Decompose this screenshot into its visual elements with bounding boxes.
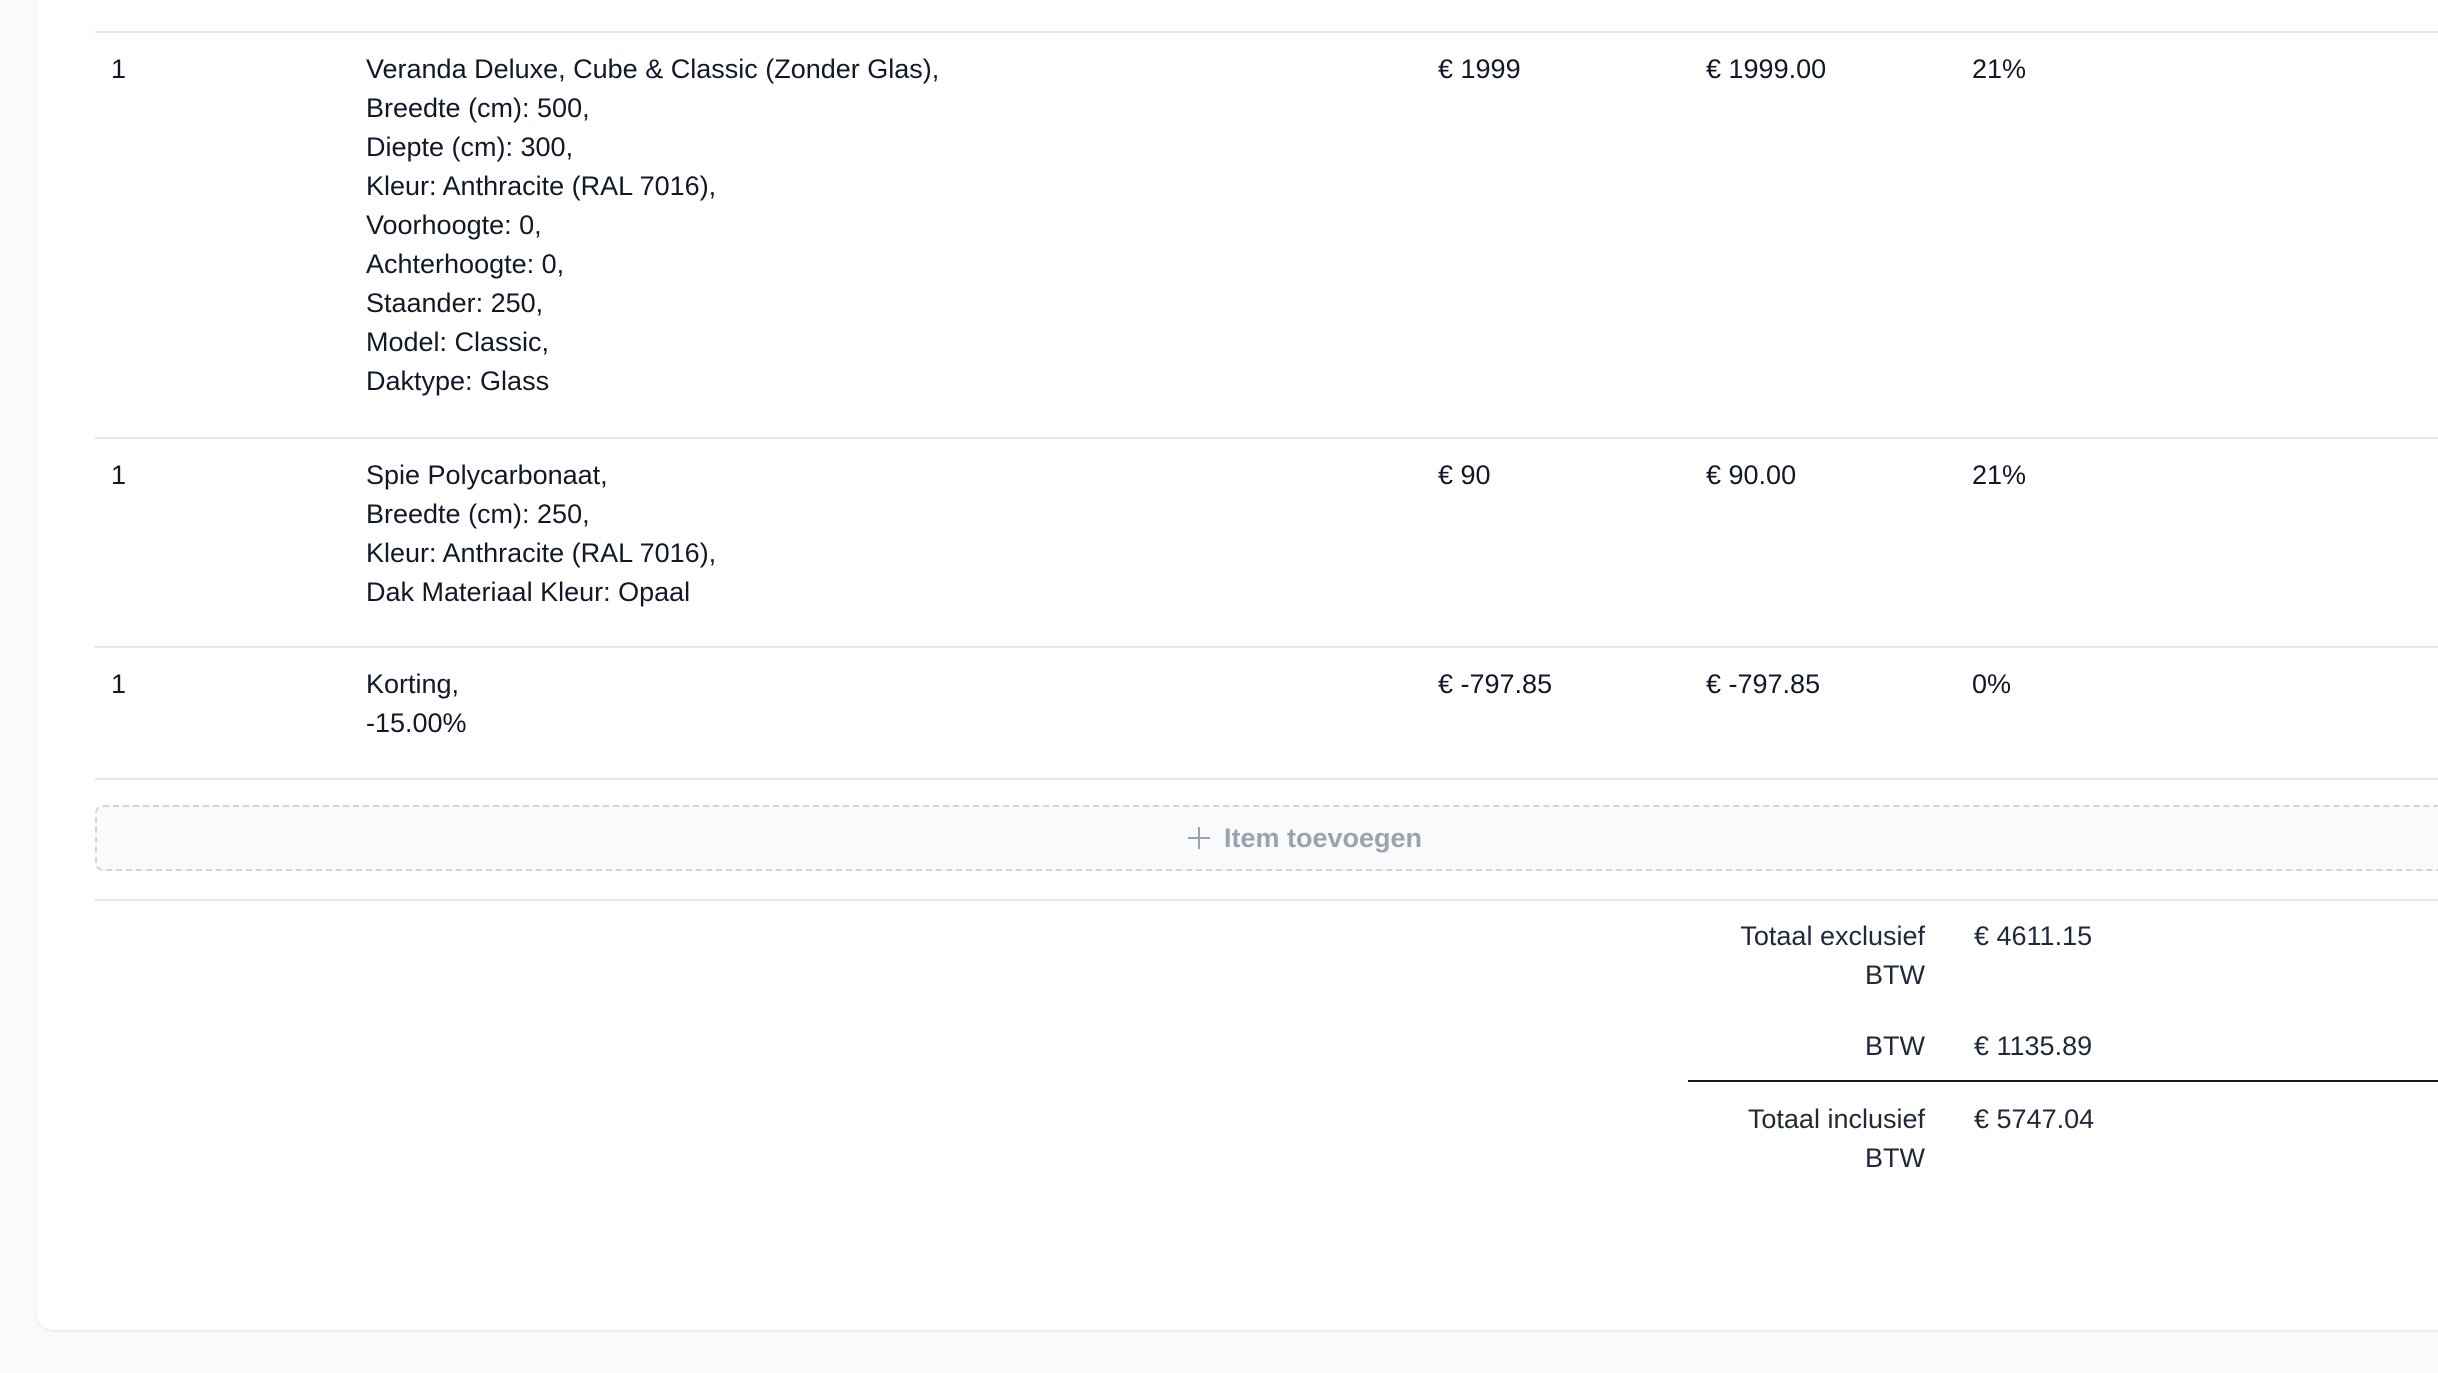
label-line: Totaal exclusief: [1740, 921, 1925, 951]
item-quantity: 1: [111, 460, 127, 490]
total-incl-vat-value: € 5747.04: [1974, 1104, 2095, 1134]
item-description: Korting, -15.00%: [366, 665, 467, 743]
label-line: BTW: [1865, 1143, 1925, 1173]
description-line: -15.00%: [366, 708, 467, 738]
vat-row: BTW € 1135.89: [1688, 1027, 2438, 1080]
item-quantity: 1: [111, 669, 127, 699]
description-line: Diepte (cm): 300,: [366, 132, 574, 162]
description-line: Korting,: [366, 669, 460, 699]
totals-divider: [1688, 1080, 2438, 1082]
item-unit-price: € -797.85: [1438, 669, 1553, 699]
table-row[interactable]: 1 Spie Polycarbonaat, Breedte (cm): 250,…: [95, 439, 2438, 648]
total-incl-vat-row: Totaal inclusief BTW € 5747.04: [1688, 1100, 2438, 1180]
description-line: Staander: 250,: [366, 288, 544, 318]
item-vat: 0%: [1972, 669, 2012, 699]
item-quantity: 1: [111, 54, 127, 84]
description-line: Veranda Deluxe, Cube & Classic (Zonder G…: [366, 54, 940, 84]
item-description: Veranda Deluxe, Cube & Classic (Zonder G…: [366, 50, 939, 401]
description-line: Breedte (cm): 500,: [366, 93, 590, 123]
item-vat: 21%: [1972, 54, 2027, 84]
item-total: € 1999.00: [1706, 54, 1827, 84]
table-row[interactable]: 1 Korting, -15.00% € -797.85 € -797.85 0…: [95, 648, 2438, 780]
vat-label: BTW: [1865, 1031, 1925, 1061]
table-row[interactable]: 1 Veranda Deluxe, Cube & Classic (Zonder…: [95, 33, 2438, 439]
description-line: Achterhoogte: 0,: [366, 249, 565, 279]
label-line: BTW: [1865, 960, 1925, 990]
description-line: Daktype: Glass: [366, 366, 550, 396]
total-excl-vat-label: Totaal exclusief BTW: [1665, 917, 1925, 995]
add-item-button[interactable]: Item toevoegen: [95, 805, 2438, 871]
divider: [95, 899, 2438, 901]
description-line: Kleur: Anthracite (RAL 7016),: [366, 171, 717, 201]
vat-value: € 1135.89: [1974, 1031, 2093, 1061]
item-unit-price: € 1999: [1438, 54, 1521, 84]
total-excl-vat-row: Totaal exclusief BTW € 4611.15: [1688, 917, 2438, 1027]
label-line: Totaal inclusief: [1747, 1104, 1925, 1134]
item-total: € 90.00: [1706, 460, 1797, 490]
total-incl-vat-label: Totaal inclusief BTW: [1665, 1100, 1925, 1178]
description-line: Breedte (cm): 250,: [366, 499, 590, 529]
description-line: Model: Classic,: [366, 327, 550, 357]
item-total: € -797.85: [1706, 669, 1821, 699]
line-items-table: 1 Veranda Deluxe, Cube & Classic (Zonder…: [95, 31, 2438, 780]
item-description: Spie Polycarbonaat, Breedte (cm): 250, K…: [366, 456, 716, 612]
plus-icon: [1187, 827, 1210, 849]
item-vat: 21%: [1972, 460, 2027, 490]
add-item-label: Item toevoegen: [1223, 822, 1423, 853]
description-line: Voorhoogte: 0,: [366, 210, 542, 240]
description-line: Spie Polycarbonaat,: [366, 460, 608, 490]
total-excl-vat-value: € 4611.15: [1974, 921, 2093, 951]
description-line: Kleur: Anthracite (RAL 7016),: [366, 538, 717, 568]
description-line: Dak Materiaal Kleur: Opaal: [366, 577, 691, 607]
item-unit-price: € 90: [1438, 460, 1491, 490]
totals-summary: Totaal exclusief BTW € 4611.15 BTW € 113…: [1688, 917, 2438, 1180]
